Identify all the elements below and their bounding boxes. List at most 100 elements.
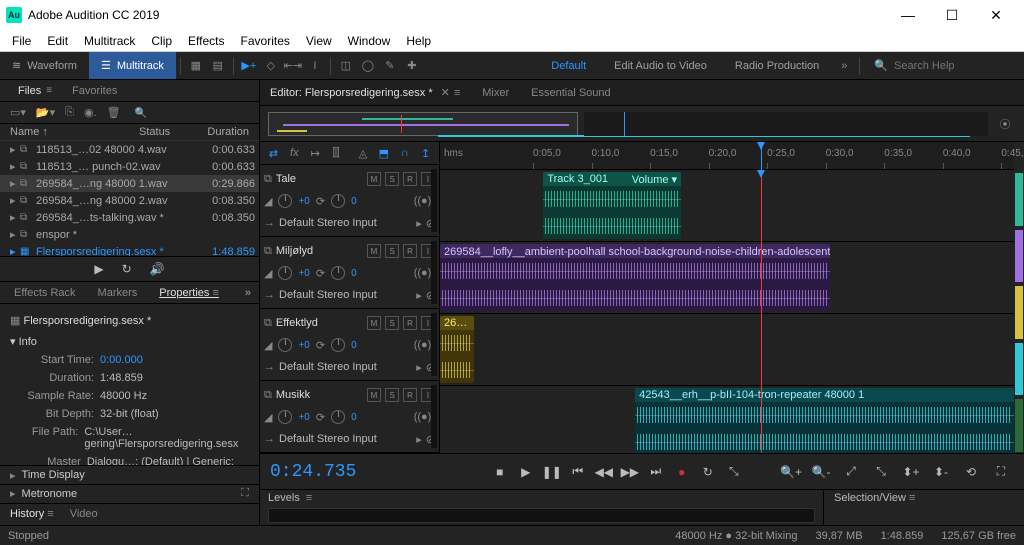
zoom-toggle-icon[interactable]: ⛶ (988, 459, 1014, 485)
time-ruler[interactable]: hms 0:05,00:10,00:15,00:20,00:25,00:30,0… (440, 142, 1014, 170)
tab-essential-sound[interactable]: Essential Sound (531, 87, 611, 99)
tab-favorites[interactable]: Favorites (62, 80, 127, 101)
menu-edit[interactable]: Edit (39, 34, 76, 48)
properties-more-icon[interactable]: » (245, 287, 251, 299)
play-button[interactable]: ▶ (513, 459, 539, 485)
waveform-mode-button[interactable]: ≋ Waveform (0, 52, 89, 79)
tool-move-icon[interactable]: ▶+ (238, 55, 260, 77)
mute-button[interactable]: M (367, 244, 381, 258)
track-name[interactable]: Miljølyd (276, 245, 363, 257)
cti-marker[interactable] (761, 142, 762, 170)
track-lane[interactable]: 269584__lofly__ambient-poolhall school-b… (440, 242, 1014, 314)
file-row[interactable]: ▸⧉enspor * (0, 226, 259, 243)
metronome-icon[interactable]: ◬ (356, 147, 371, 160)
zoom-in-icon[interactable]: 🔍+ (778, 459, 804, 485)
track-header[interactable]: ⧉ Tale M S R I ◢+0 ⟳0 ((●)) → Default St… (260, 165, 439, 237)
volume-knob[interactable] (278, 266, 292, 280)
filter-search-icon[interactable] (131, 107, 147, 119)
fx-icon[interactable]: fx (287, 147, 302, 159)
track-name[interactable]: Musikk (276, 389, 363, 401)
solo-button[interactable]: S (385, 172, 399, 186)
search-help[interactable]: 🔍 (864, 59, 1024, 72)
trash-icon[interactable]: 🗑 (107, 106, 121, 119)
zoom-out-icon[interactable]: 🔍- (808, 459, 834, 485)
snap-icon[interactable]: ⬒ (376, 147, 391, 160)
metronome-settings-icon[interactable]: ⛶ (241, 487, 249, 500)
preview-play-icon[interactable]: ▶ (94, 262, 103, 276)
pan-knob[interactable] (331, 410, 345, 424)
tab-markers[interactable]: Markers (92, 287, 144, 299)
loop-button[interactable]: ↻ (695, 459, 721, 485)
tab-effects-rack[interactable]: Effects Rack (8, 287, 82, 299)
accordion-time-display[interactable]: ▸Time Display (0, 465, 259, 484)
pan-value[interactable]: 0 (351, 340, 357, 351)
track-input-label[interactable]: Default Stereo Input (279, 361, 377, 373)
tab-history[interactable]: History ≡ (10, 508, 54, 520)
volume-knob[interactable] (278, 338, 292, 352)
rewind-button[interactable]: ◀◀ (591, 459, 617, 485)
go-end-button[interactable]: ⏭ (643, 459, 669, 485)
window-minimize-button[interactable]: — (886, 0, 930, 30)
workspace-more-icon[interactable]: » (833, 55, 855, 77)
playhead[interactable] (761, 170, 762, 453)
track-lane[interactable]: 42543__erh__p-bII-104-tron-repeater 4800… (440, 386, 1014, 453)
arm-record-button[interactable]: R (403, 172, 417, 186)
tool-brush-icon[interactable]: ✎ (379, 55, 401, 77)
tool-slip-icon[interactable]: ⇤⇥ (282, 55, 304, 77)
info-section-label[interactable]: ▾ Info (10, 335, 249, 348)
search-help-input[interactable] (894, 60, 1014, 72)
menu-view[interactable]: View (298, 34, 340, 48)
track-name[interactable]: Effektlyd (276, 317, 363, 329)
col-status[interactable]: Status (139, 126, 189, 138)
volume-value[interactable]: +0 (298, 340, 309, 351)
accordion-metronome[interactable]: ▸Metronome⛶ (0, 484, 259, 503)
sends-icon[interactable]: ↦ (308, 147, 323, 160)
go-start-button[interactable]: ⏮ (565, 459, 591, 485)
file-row[interactable]: ▸⧉269584_…ng 48000 2.wav0:08.350 (0, 192, 259, 209)
file-row[interactable]: ▸⧉118513_…02 48000 4.wav0:00.633 (0, 141, 259, 158)
tab-video[interactable]: Video (70, 508, 98, 520)
tab-files[interactable]: Files ≡ (8, 80, 62, 101)
audio-clip[interactable]: 26… (440, 316, 474, 383)
multitrack-mode-button[interactable]: ☰ Multitrack (89, 52, 176, 79)
window-close-button[interactable]: ✕ (974, 0, 1018, 30)
audio-clip[interactable]: 269584__lofly__ambient-poolhall school-b… (440, 244, 830, 311)
preview-autoplay-icon[interactable]: 🔊 (150, 262, 165, 276)
workspace-radio[interactable]: Radio Production (721, 60, 833, 72)
menu-clip[interactable]: Clip (143, 34, 180, 48)
workspace-edit-audio-video[interactable]: Edit Audio to Video (600, 60, 721, 72)
track-name[interactable]: Tale (276, 173, 363, 185)
stop-button[interactable]: ■ (487, 459, 513, 485)
overview-strip[interactable]: ⦿ (260, 106, 1024, 142)
zoom-sel-icon[interactable]: ⤡ (868, 459, 894, 485)
menu-effects[interactable]: Effects (180, 34, 232, 48)
pan-knob[interactable] (331, 194, 345, 208)
audio-clip[interactable]: 42543__erh__p-bII-104-tron-repeater 4800… (635, 388, 1014, 453)
pan-knob[interactable] (331, 338, 345, 352)
menu-window[interactable]: Window (340, 34, 399, 48)
overview-rest[interactable] (584, 112, 988, 136)
timecode-display[interactable]: 0:24.735 (270, 462, 440, 482)
track-lane[interactable]: 26… (440, 314, 1014, 386)
track-lane[interactable]: Track 3_001Volume ▾ (440, 170, 1014, 242)
tool-razor-icon[interactable]: ◇ (260, 55, 282, 77)
menu-multitrack[interactable]: Multitrack (76, 34, 143, 48)
overview-zoom-icon[interactable]: ⦿ (994, 113, 1016, 135)
file-row[interactable]: ▸⧉269584_…ng 48000 1.wav0:29.866 (0, 175, 259, 192)
track-input-label[interactable]: Default Stereo Input (279, 433, 377, 445)
eq-icon[interactable]: ⫿⫿ (329, 147, 344, 160)
record-icon[interactable]: ◉. (84, 106, 97, 119)
tool-spectral-icon[interactable]: ▦ (185, 55, 207, 77)
solo-button[interactable]: S (385, 316, 399, 330)
solo-button[interactable]: S (385, 388, 399, 402)
track-input-label[interactable]: Default Stereo Input (279, 217, 377, 229)
skip-selection-button[interactable]: ⤡ (721, 459, 747, 485)
pause-button[interactable]: ❚❚ (539, 459, 565, 485)
arm-record-button[interactable]: R (403, 316, 417, 330)
solo-button[interactable]: S (385, 244, 399, 258)
volume-value[interactable]: +0 (298, 412, 309, 423)
tool-marquee-icon[interactable]: ◫ (335, 55, 357, 77)
pan-knob[interactable] (331, 266, 345, 280)
open-file-icon[interactable]: 📂▾ (36, 106, 55, 119)
forward-button[interactable]: ▶▶ (617, 459, 643, 485)
